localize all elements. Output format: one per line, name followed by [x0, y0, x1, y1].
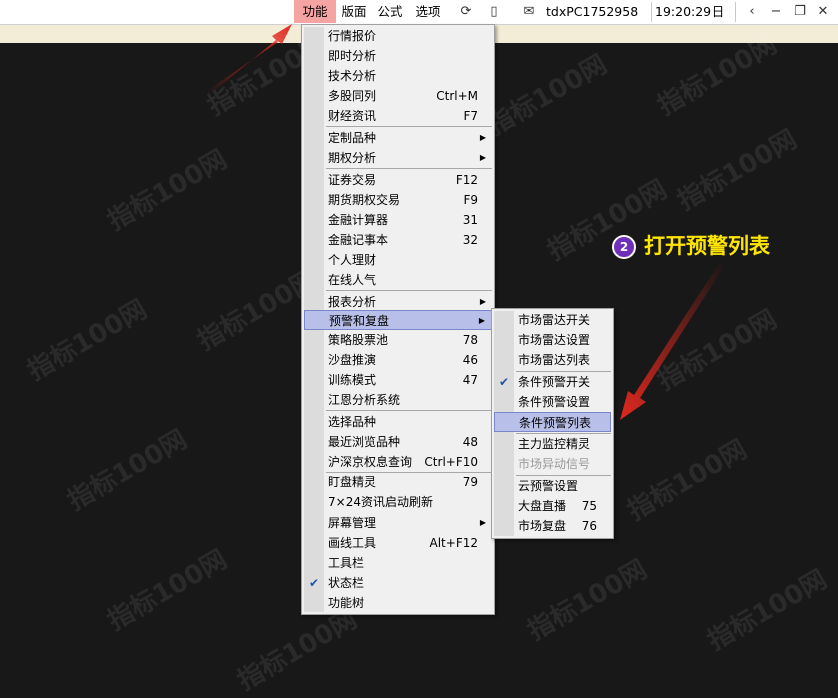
- arrow-to-menu: [208, 24, 292, 93]
- arrow-to-list: [620, 262, 725, 420]
- annotation-arrows: [208, 24, 725, 420]
